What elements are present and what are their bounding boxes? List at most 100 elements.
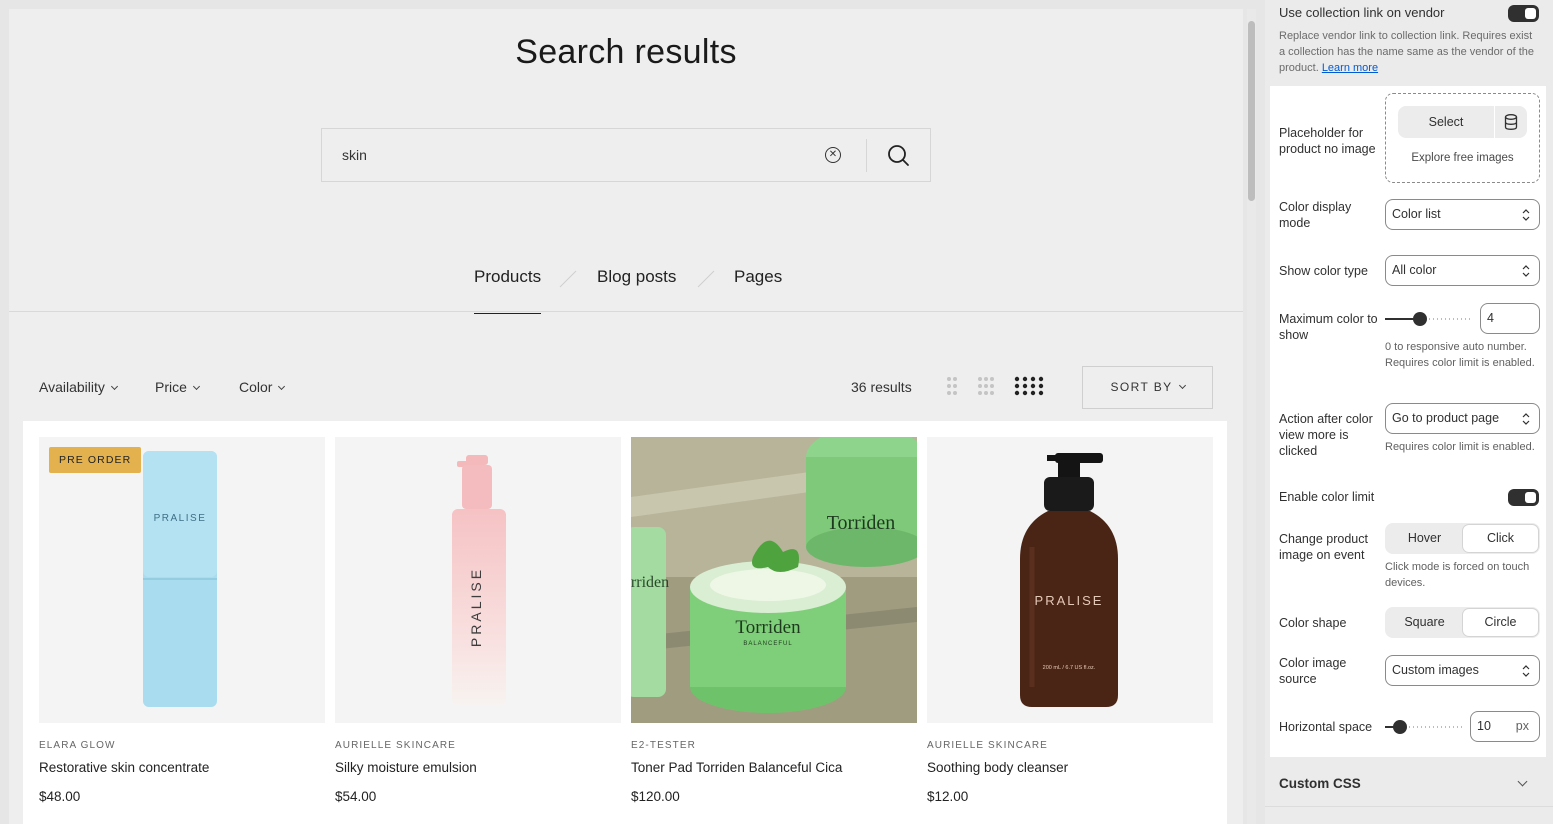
result-tabs: Products Blog posts Pages xyxy=(9,267,1243,314)
color-limit-toggle[interactable] xyxy=(1508,489,1539,506)
product-vendor[interactable]: AURIELLE SKINCARE xyxy=(927,740,1213,751)
product-grid: PRALISE PRE ORDER ELARA GLOW Restorative… xyxy=(23,421,1227,824)
sort-label: SORT BY xyxy=(1110,380,1173,394)
product-title[interactable]: Toner Pad Torriden Balanceful Cica xyxy=(631,760,917,775)
svg-text:orriden: orriden xyxy=(631,574,669,591)
color-display-mode-select[interactable]: Color list xyxy=(1385,199,1540,230)
setting-label: Color image source xyxy=(1279,656,1347,686)
sort-by-button[interactable]: SORT BY xyxy=(1082,366,1213,409)
product-vendor[interactable]: E2-TESTER xyxy=(631,740,917,751)
max-color-slider[interactable] xyxy=(1385,309,1472,329)
option-hover[interactable]: Hover xyxy=(1387,525,1462,552)
product-image[interactable]: PRALISE 200 mL / 6.7 US fl.oz. xyxy=(927,437,1213,723)
product-vendor[interactable]: ELARA GLOW xyxy=(39,740,325,751)
product-image[interactable]: PRALISE PRE ORDER xyxy=(39,437,325,723)
horizontal-space-slider[interactable] xyxy=(1385,717,1462,737)
product-brand-text: Torriden xyxy=(735,617,801,638)
setting-label: Color shape xyxy=(1279,616,1347,630)
clear-icon[interactable]: ✕ xyxy=(825,147,841,163)
preorder-badge: PRE ORDER xyxy=(49,447,142,473)
section-divider xyxy=(1265,806,1553,807)
tab-products[interactable]: Products xyxy=(474,267,542,314)
change-image-segmented: Hover Click xyxy=(1385,523,1540,554)
product-image[interactable]: Torriden orriden Torriden BALANCEFUL xyxy=(631,437,917,723)
setting-label: Show color type xyxy=(1279,264,1368,278)
product-price: $120.00 xyxy=(631,789,680,804)
select-arrows-icon xyxy=(1522,413,1530,425)
database-icon[interactable] xyxy=(1495,106,1527,138)
search-input[interactable]: skin xyxy=(342,147,367,163)
product-brand-text: PRALISE xyxy=(154,513,207,524)
option-circle[interactable]: Circle xyxy=(1463,609,1538,636)
product-price: $54.00 xyxy=(335,789,377,804)
filter-label: Availability xyxy=(39,379,105,395)
show-color-type-select[interactable]: All color xyxy=(1385,255,1540,286)
learn-more-link[interactable]: Learn more xyxy=(1322,62,1378,74)
product-card[interactable]: PRALISE PRE ORDER ELARA GLOW Restorative… xyxy=(39,437,325,804)
select-value: Custom images xyxy=(1392,663,1479,677)
explore-free-images-link[interactable]: Explore free images xyxy=(1386,152,1539,164)
vendor-link-setting: Use collection link on vendor Replace ve… xyxy=(1279,5,1539,76)
filter-color[interactable]: Color xyxy=(239,379,286,395)
svg-text:Torriden: Torriden xyxy=(827,512,896,534)
slider-handle[interactable] xyxy=(1393,720,1407,734)
scrollbar-thumb[interactable] xyxy=(1248,21,1255,201)
setting-label: Enable color limit xyxy=(1279,490,1375,504)
product-vendor[interactable]: AURIELLE SKINCARE xyxy=(335,740,621,751)
setting-label: Horizontal space xyxy=(1279,720,1373,734)
color-image-source-select[interactable]: Custom images xyxy=(1385,655,1540,686)
page-title: Search results xyxy=(515,33,737,71)
tab-blog-posts[interactable]: Blog posts xyxy=(597,267,676,287)
select-arrows-icon xyxy=(1522,265,1530,277)
help-text: Replace vendor link to collection link. … xyxy=(1279,30,1534,74)
max-color-input[interactable]: 4 xyxy=(1480,303,1540,334)
option-click[interactable]: Click xyxy=(1463,525,1538,552)
input-value: 10 xyxy=(1477,719,1491,733)
color-settings-panel: Placeholder for product no image Select … xyxy=(1270,86,1546,757)
setting-label: Maximum color to show xyxy=(1279,312,1378,342)
settings-sidebar: Use collection link on vendor Replace ve… xyxy=(1265,0,1553,824)
image-picker: Select Explore free images xyxy=(1385,93,1540,183)
product-brand-text: PRALISE xyxy=(1035,593,1104,608)
color-shape-segmented: Square Circle xyxy=(1385,607,1540,638)
search-box: skin ✕ xyxy=(321,128,931,182)
product-subbrand-text: BALANCEFUL xyxy=(743,641,792,647)
select-value: Color list xyxy=(1392,207,1441,221)
custom-css-heading: Custom CSS xyxy=(1279,776,1361,791)
action-after-select[interactable]: Go to product page xyxy=(1385,403,1540,434)
setting-label: Color display mode xyxy=(1279,200,1352,230)
setting-help: 0 to responsive auto number. Requires co… xyxy=(1385,341,1535,369)
product-title[interactable]: Soothing body cleanser xyxy=(927,760,1213,775)
slider-handle[interactable] xyxy=(1413,312,1427,326)
product-image[interactable]: PRALISE xyxy=(335,437,621,723)
tabs-divider xyxy=(9,311,1243,312)
product-card[interactable]: PRALISE AURIELLE SKINCARE Silky moisture… xyxy=(335,437,621,804)
search-button[interactable] xyxy=(877,138,921,174)
select-image-button[interactable]: Select xyxy=(1398,106,1494,138)
product-bottle-image: PRALISE 200 mL / 6.7 US fl.oz. xyxy=(1020,453,1118,707)
tab-pages[interactable]: Pages xyxy=(734,267,782,287)
grid-4-columns-icon[interactable] xyxy=(1014,376,1044,396)
setting-label: Action after color view more is clicked xyxy=(1279,412,1373,458)
product-bottle-image: PRALISE xyxy=(452,455,506,705)
grid-2-columns-icon[interactable] xyxy=(946,376,958,396)
filter-label: Price xyxy=(155,379,187,395)
setting-label: Placeholder for product no image xyxy=(1279,126,1376,156)
product-brand-text: PRALISE xyxy=(468,567,484,647)
chevron-down-icon xyxy=(192,382,200,391)
product-title[interactable]: Restorative skin concentrate xyxy=(39,760,325,775)
horizontal-space-input[interactable]: 10 px xyxy=(1470,711,1540,742)
filter-price[interactable]: Price xyxy=(155,379,200,395)
product-card[interactable]: Torriden orriden Torriden BALANCEFUL E2-… xyxy=(631,437,917,804)
option-square[interactable]: Square xyxy=(1387,609,1462,636)
chevron-down-icon xyxy=(1178,381,1186,390)
setting-label: Use collection link on vendor xyxy=(1279,5,1445,20)
product-title[interactable]: Silky moisture emulsion xyxy=(335,760,621,775)
filter-availability[interactable]: Availability xyxy=(39,379,118,395)
storefront-preview: Search results skin ✕ Products Blog post… xyxy=(9,9,1243,824)
preview-scrollbar[interactable] xyxy=(1247,9,1256,824)
grid-3-columns-icon[interactable] xyxy=(977,376,995,396)
vendor-link-toggle[interactable] xyxy=(1508,5,1539,22)
product-card[interactable]: PRALISE 200 mL / 6.7 US fl.oz. AURIELLE … xyxy=(927,437,1213,804)
setting-help: Replace vendor link to collection link. … xyxy=(1279,28,1539,76)
